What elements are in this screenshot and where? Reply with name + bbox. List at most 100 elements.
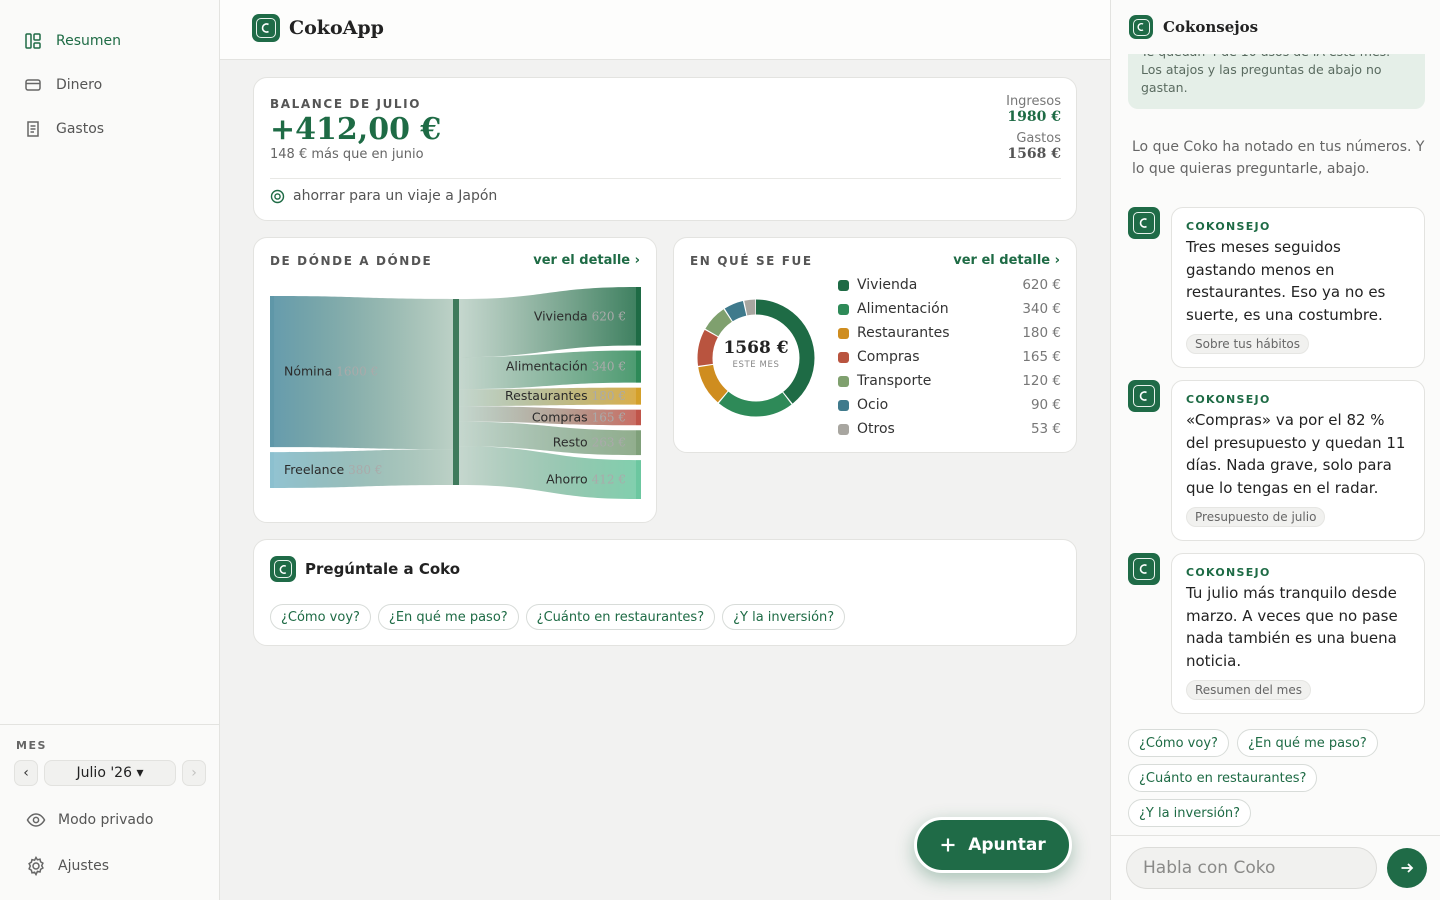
target-label: Ahorro 412 € <box>546 472 626 487</box>
legend-item: Transporte 120 € <box>838 371 1061 391</box>
tip-tag[interactable]: Presupuesto de julio <box>1186 507 1326 527</box>
balance-title: BALANCE DE JULIO <box>270 97 422 111</box>
advice-panel: Te quedan 4 de 10 usos de IA este mes. L… <box>1110 0 1440 900</box>
balance-card: BALANCE DE JULIO +412,00 € 148 € más que… <box>253 77 1077 221</box>
savings-goal-text: ahorrar para un viaje a Japón <box>293 188 498 204</box>
dashboard-icon <box>25 33 41 49</box>
send-button[interactable] <box>1387 848 1427 888</box>
nav-item-gastos[interactable]: Gastos <box>24 117 104 141</box>
legend-item: Vivienda 620 € <box>838 275 1061 295</box>
ask-header: Pregúntale a Coko <box>270 556 460 582</box>
next-month-button[interactable]: › <box>182 760 206 786</box>
legend-item: Alimentación 340 € <box>838 299 1061 319</box>
plus-icon <box>941 838 955 852</box>
spend-card: EN QUÉ SE FUE ver el detalle › 1568 € ES… <box>673 237 1077 453</box>
ask-chip[interactable]: ¿Cómo voy? <box>270 604 371 630</box>
legend-name: Ocio <box>857 397 889 413</box>
donut-center: 1568 € ESTE MES <box>691 338 821 370</box>
balance-totals: Ingresos 1980 € Gastos 1568 € <box>1006 94 1061 163</box>
chat-input[interactable] <box>1126 847 1377 889</box>
legend-swatch <box>838 351 849 363</box>
target-node <box>636 409 641 426</box>
ask-card: Pregúntale a Coko ¿Cómo voy? ¿En qué me … <box>253 539 1077 646</box>
target-label: Alimentación 340 € <box>506 359 626 374</box>
legend-value: 340 € <box>1022 301 1061 317</box>
legend-swatch <box>838 279 849 291</box>
coko-logo-icon <box>1129 15 1153 39</box>
legend-swatch <box>838 423 849 435</box>
settings-link[interactable]: Ajustes <box>26 856 109 876</box>
middle-node <box>453 299 459 485</box>
nav-label: Resumen <box>56 33 122 49</box>
savings-goal[interactable]: ahorrar para un viaje a Japón <box>270 188 497 204</box>
ask-chip[interactable]: ¿Cuánto en restaurantes? <box>525 604 716 630</box>
target-node <box>636 430 641 456</box>
panel-chip[interactable]: ¿Cuánto en restaurantes? <box>1128 764 1318 792</box>
tip-kicker: COKONSEJO <box>1186 566 1271 579</box>
legend-value: 180 € <box>1022 325 1061 341</box>
legend-swatch <box>838 303 849 315</box>
source-node <box>270 452 274 488</box>
income-label: Ingresos <box>1006 94 1061 109</box>
add-entry-button[interactable]: Apuntar <box>914 817 1072 873</box>
ask-chips: ¿Cómo voy? ¿En qué me paso? ¿Cuánto en r… <box>270 604 846 630</box>
sidebar: Resumen Dinero Gastos MES ‹ Julio '26 ▾ … <box>0 0 220 900</box>
spend-detail-link[interactable]: ver el detalle › <box>953 253 1060 268</box>
legend-item: Compras 165 € <box>838 347 1061 367</box>
sidebar-footer: MES ‹ Julio '26 ▾ › Modo privado Ajustes <box>0 724 219 900</box>
brand[interactable]: CokoApp <box>252 14 384 42</box>
nav-label: Dinero <box>56 77 103 93</box>
legend-value: 165 € <box>1022 349 1061 365</box>
balance-amount: +412,00 € <box>270 112 442 147</box>
target-icon <box>270 189 285 203</box>
flow-card: DE DÓNDE A DÓNDE ver el detalle › Nómina… <box>253 237 657 523</box>
month-dropdown[interactable]: Julio '26 ▾ <box>44 760 176 786</box>
legend-name: Transporte <box>857 373 932 389</box>
legend-swatch <box>838 327 849 339</box>
legend-swatch <box>838 399 849 411</box>
gear-icon <box>28 856 44 876</box>
spend-title: EN QUÉ SE FUE <box>690 254 813 268</box>
donut-total: 1568 € <box>723 338 789 358</box>
coko-logo-icon <box>1128 553 1160 585</box>
month-label: MES <box>16 739 47 752</box>
tip-text: Tres meses seguidos gastando menos en re… <box>1186 238 1386 324</box>
nav-label: Gastos <box>56 121 105 137</box>
tip-card: COKONSEJO Tu julio más tranquilo desde m… <box>1171 553 1425 714</box>
target-label: Vivienda 620 € <box>534 308 626 323</box>
panel-chip[interactable]: ¿Cómo voy? <box>1128 729 1229 757</box>
legend-value: 620 € <box>1022 277 1061 293</box>
legend-value: 53 € <box>1030 421 1061 437</box>
nav-item-dinero[interactable]: Dinero <box>24 73 102 97</box>
tip-text: Tu julio más tranquilo desde marzo. A ve… <box>1186 584 1398 670</box>
panel-chip[interactable]: ¿En qué me paso? <box>1237 729 1378 757</box>
tip-tag[interactable]: Sobre tus hábitos <box>1186 334 1310 354</box>
private-mode-toggle[interactable]: Modo privado <box>26 810 153 830</box>
legend-swatch <box>838 375 849 387</box>
coko-logo-icon <box>252 14 280 42</box>
target-node <box>636 460 641 499</box>
tip-tag[interactable]: Resumen del mes <box>1186 680 1312 700</box>
panel-header: Cokonsejos <box>1111 0 1440 54</box>
donut-total-sub: ESTE MES <box>732 360 780 370</box>
panel-chip[interactable]: ¿Y la inversión? <box>1128 799 1252 827</box>
tip-kicker: COKONSEJO <box>1186 220 1271 233</box>
eye-icon <box>26 813 46 827</box>
sankey-chart: Nómina 1600 € Freelance 380 € Vivienda 620 € A… <box>270 287 641 499</box>
ask-chip[interactable]: ¿Y la inversión? <box>722 604 846 630</box>
private-mode-label: Modo privado <box>58 812 154 828</box>
divider <box>270 178 1061 179</box>
nav-item-resumen[interactable]: Resumen <box>24 29 121 53</box>
ask-chip[interactable]: ¿En qué me paso? <box>377 604 519 630</box>
prev-month-button[interactable]: ‹ <box>14 760 38 786</box>
target-label: Restaurantes 180 € <box>505 388 626 403</box>
legend-name: Compras <box>857 349 920 365</box>
ask-title: Pregúntale a Coko <box>305 560 461 578</box>
target-node <box>636 387 641 405</box>
add-entry-label: Apuntar <box>968 835 1046 855</box>
legend-item: Otros 53 € <box>838 419 1061 439</box>
target-label: Compras 165 € <box>532 409 626 424</box>
wallet-icon <box>25 79 41 91</box>
tip-kicker: COKONSEJO <box>1186 393 1271 406</box>
legend-name: Alimentación <box>857 301 949 317</box>
